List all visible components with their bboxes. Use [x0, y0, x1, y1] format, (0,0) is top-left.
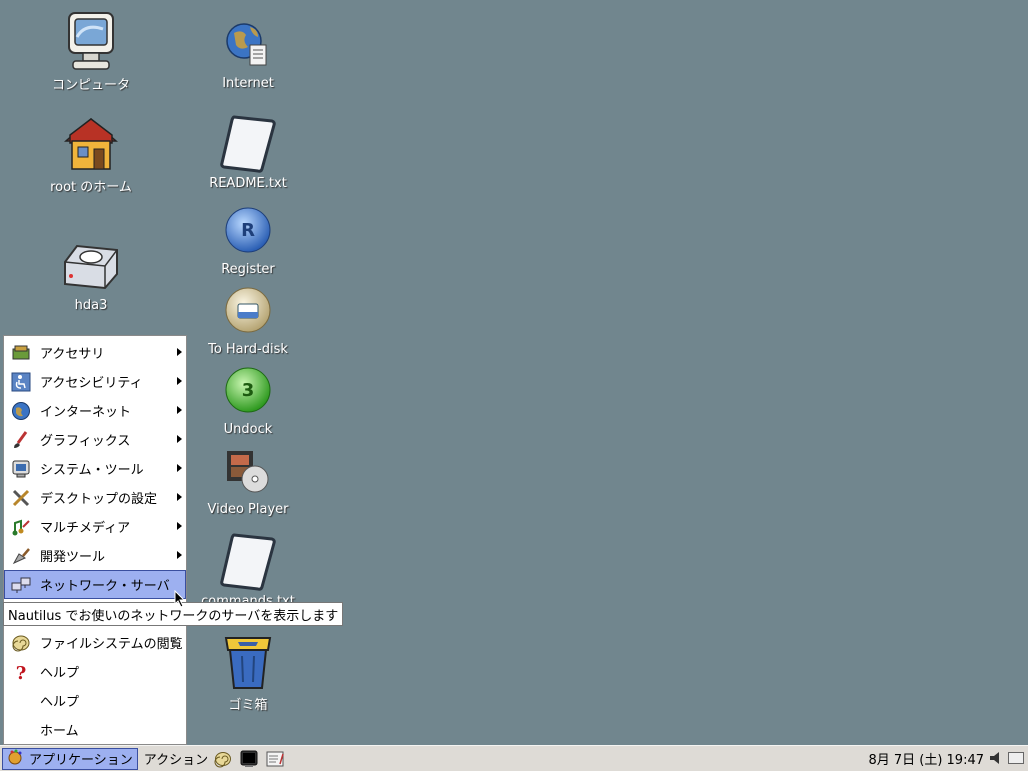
menu-item-browse-filesystem[interactable]: ファイルシステムの閲覧: [4, 628, 186, 657]
paintbrush-icon: [10, 429, 32, 451]
menu-item-label: システム・ツール: [40, 463, 144, 478]
trowel-icon: [10, 545, 32, 567]
trash-label: ゴミ箱: [228, 698, 268, 713]
volume-icon[interactable]: [988, 750, 1004, 770]
submenu-arrow-icon: [177, 406, 182, 414]
globe-icon: [218, 14, 278, 74]
menu-item-home[interactable]: ホーム: [4, 715, 186, 744]
menu-item-label: ヘルプ: [40, 695, 80, 710]
network-icon: [10, 574, 32, 596]
submenu-arrow-icon: [177, 348, 182, 356]
menu-item-label: マルチメディア: [40, 521, 131, 536]
computer-icon: [61, 12, 121, 72]
menu-item-label: デスクトップの設定: [40, 492, 158, 507]
menu-item-label: ファイルシステムの閲覧: [40, 637, 183, 652]
home-icon: [61, 114, 121, 174]
nautilus-launcher-icon[interactable]: [212, 748, 234, 770]
commands-desktop-icon[interactable]: commands.txt: [193, 532, 303, 609]
svg-text:R: R: [241, 220, 255, 241]
menu-item-help-2[interactable]: ヘルプ: [4, 686, 186, 715]
trash-icon: [218, 632, 278, 692]
register-icon: R: [218, 200, 278, 260]
multimedia-icon: [10, 516, 32, 538]
menu-item-multimedia[interactable]: マルチメディア: [4, 512, 186, 541]
menu-item-label: アクセサリ: [40, 347, 105, 362]
menu-item-label: ネットワーク・サーバ: [40, 579, 170, 594]
hard-disk-label: To Hard-disk: [208, 342, 288, 357]
applications-button[interactable]: アプリケーション: [2, 747, 138, 770]
clock[interactable]: 8月 7日 (土) 19:47: [868, 749, 984, 768]
internet-label: Internet: [222, 76, 274, 91]
home-desktop-icon[interactable]: root のホーム: [36, 114, 146, 195]
menu-item-label: 開発ツール: [40, 550, 106, 565]
video-player-desktop-icon[interactable]: Video Player: [193, 440, 303, 517]
menu-item-accessibility[interactable]: アクセシビリティ: [4, 367, 186, 396]
globe-icon: [10, 400, 32, 422]
internet-desktop-icon[interactable]: Internet: [193, 14, 303, 91]
keyboard-indicator-icon[interactable]: [1008, 752, 1024, 764]
hda3-desktop-icon[interactable]: hda3: [36, 236, 146, 313]
menu-item-label: ヘルプ: [40, 666, 80, 681]
menu-item-label: インターネット: [40, 405, 132, 420]
tools-icon: [10, 487, 32, 509]
undock-desktop-icon[interactable]: 3 Undock: [193, 360, 303, 437]
accessories-icon: [10, 342, 32, 364]
svg-text:3: 3: [242, 380, 255, 401]
readme-desktop-icon[interactable]: README.txt: [193, 114, 303, 191]
menu-item-help[interactable]: ? ヘルプ: [4, 657, 186, 686]
text-file-icon: [218, 114, 278, 174]
menu-item-accessories[interactable]: アクセサリ: [4, 338, 186, 367]
accessibility-icon: [10, 371, 32, 393]
trash-desktop-icon[interactable]: ゴミ箱: [193, 632, 303, 713]
submenu-arrow-icon: [177, 377, 182, 385]
help-icon: ?: [10, 661, 32, 683]
undock-label: Undock: [223, 422, 273, 437]
submenu-arrow-icon: [177, 551, 182, 559]
svg-text:?: ?: [16, 663, 27, 682]
menu-item-development-tools[interactable]: 開発ツール: [4, 541, 186, 570]
text-file-icon: [218, 532, 278, 592]
menu-item-label: ホーム: [40, 724, 79, 739]
applications-label: アプリケーション: [29, 753, 133, 768]
nautilus-icon: [10, 632, 32, 654]
applications-menu: アクセサリ アクセシビリティ インターネット グラフィックス システム・ツール: [3, 335, 187, 745]
system-tools-icon: [10, 458, 32, 480]
computer-desktop-icon[interactable]: コンピュータ: [36, 12, 146, 93]
menu-item-graphics[interactable]: グラフィックス: [4, 425, 186, 454]
menu-item-label: グラフィックス: [40, 434, 131, 449]
computer-label: コンピュータ: [51, 78, 130, 93]
disk-icon: [218, 280, 278, 340]
hard-drive-icon: [61, 236, 121, 296]
undock-icon: 3: [218, 360, 278, 420]
terminal-launcher-icon[interactable]: [238, 748, 260, 770]
video-icon: [218, 440, 278, 500]
taskbar: アプリケーション アクション 8月 7日 (土) 19:47: [0, 745, 1028, 771]
submenu-arrow-icon: [177, 522, 182, 530]
hard-disk-desktop-icon[interactable]: To Hard-disk: [193, 280, 303, 357]
submenu-arrow-icon: [177, 464, 182, 472]
text-editor-launcher-icon[interactable]: [264, 748, 286, 770]
gnome-foot-icon: [7, 749, 23, 769]
menu-item-system-tools[interactable]: システム・ツール: [4, 454, 186, 483]
mouse-cursor-icon: [174, 589, 186, 612]
video-player-label: Video Player: [207, 502, 289, 517]
actions-button[interactable]: アクション: [144, 749, 208, 768]
submenu-arrow-icon: [177, 493, 182, 501]
menu-item-internet[interactable]: インターネット: [4, 396, 186, 425]
readme-label: README.txt: [209, 176, 287, 191]
submenu-arrow-icon: [177, 435, 182, 443]
register-desktop-icon[interactable]: R Register: [193, 200, 303, 277]
menu-item-label: アクセシビリティ: [40, 376, 143, 391]
menu-item-desktop-settings[interactable]: デスクトップの設定: [4, 483, 186, 512]
register-label: Register: [221, 262, 275, 277]
menu-item-network-servers[interactable]: ネットワーク・サーバ: [4, 570, 186, 599]
home-label: root のホーム: [50, 180, 132, 195]
hda3-label: hda3: [74, 298, 108, 313]
